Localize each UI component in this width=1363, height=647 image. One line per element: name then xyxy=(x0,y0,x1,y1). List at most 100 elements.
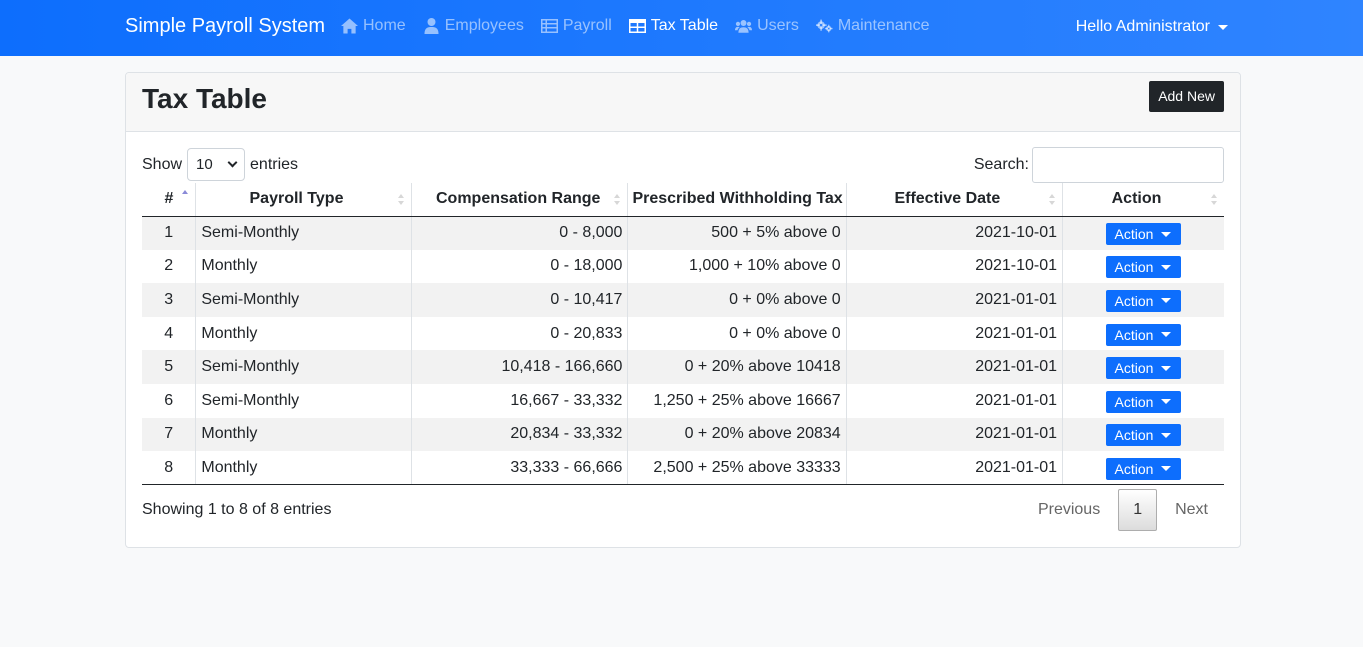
table-header-row: # Payroll Type Compensation Range Prescr… xyxy=(142,183,1224,217)
page-title: Tax Table xyxy=(142,83,268,114)
card-header: Tax Table Add New xyxy=(126,73,1240,132)
next-page-button[interactable]: Next xyxy=(1159,489,1224,531)
page-size-control: Show 10 entries xyxy=(142,148,298,181)
nav-item-label: Payroll xyxy=(562,17,612,34)
column-header-action[interactable]: Action xyxy=(1062,183,1224,217)
column-header-payroll-type[interactable]: Payroll Type xyxy=(195,183,412,217)
table-row: 7 Monthly 20,834 - 33,332 0 + 20% above 208… xyxy=(142,417,1224,452)
action-cell: Action xyxy=(1062,383,1224,418)
compensation-range-cell: 20,834 - 33,332 xyxy=(410,417,628,452)
action-cell: Action xyxy=(1062,283,1224,317)
row-number-cell: 7 xyxy=(142,417,196,452)
effective-date-cell: 2021-10-01 xyxy=(845,249,1063,284)
chevron-down-icon xyxy=(1161,264,1172,270)
nav-item-maintenance[interactable]: Maintenance xyxy=(815,17,930,35)
row-number-cell: 2 xyxy=(164,257,174,275)
withholding-tax-cell: 0 + 20% above 20834 xyxy=(627,417,847,452)
action-cell: Action xyxy=(1062,316,1224,351)
column-header-number[interactable]: # xyxy=(142,183,196,217)
action-dropdown-button[interactable]: Action xyxy=(1105,223,1182,246)
user-icon xyxy=(424,18,439,34)
action-dropdown-button[interactable]: Action xyxy=(1105,357,1182,380)
withholding-tax-cell: 0 + 0% above 0 xyxy=(627,283,847,317)
action-cell: Action xyxy=(1062,417,1224,452)
row-number-cell: 1 xyxy=(142,216,196,250)
payroll-type-cell: Monthly xyxy=(195,451,412,486)
chevron-down-icon xyxy=(1161,231,1172,237)
sort-asc-icon xyxy=(182,190,189,201)
action-dropdown-button[interactable]: Action xyxy=(1105,457,1182,480)
nav-item-label: Home xyxy=(363,17,406,34)
effective-date-cell: 2021-10-01 xyxy=(845,216,1063,250)
payroll-type-cell: Monthly xyxy=(195,417,412,452)
row-number-cell: 8 xyxy=(142,451,196,486)
home-icon xyxy=(341,18,358,34)
compensation-range-cell: 0 - 8,000 xyxy=(410,216,628,250)
nav-item-tax-table[interactable]: Tax Table xyxy=(628,17,718,35)
column-header-label: Compensation Range xyxy=(435,190,601,208)
table-info: Showing 1 to 8 of 8 entries xyxy=(142,501,332,518)
user-menu-dropdown[interactable]: Hello Administrator xyxy=(1076,18,1228,36)
pagination: Previous 1 Next xyxy=(1022,489,1224,531)
chevron-down-icon xyxy=(1161,332,1172,338)
payroll-type-cell: Monthly xyxy=(195,249,412,284)
payroll-type-cell: Semi-Monthly xyxy=(195,350,412,384)
action-cell: Action xyxy=(1062,216,1224,250)
nav-item-users[interactable]: Users xyxy=(735,17,799,35)
page-size-select[interactable]: 10 xyxy=(187,148,246,181)
nav-item-payroll[interactable]: Payroll xyxy=(540,17,612,35)
action-dropdown-button[interactable]: Action xyxy=(1105,424,1182,447)
previous-page-button[interactable]: Previous xyxy=(1022,489,1116,531)
add-new-button[interactable]: Add New xyxy=(1149,81,1224,112)
row-number-cell: 4 xyxy=(164,324,174,342)
column-header-withholding-tax[interactable]: Prescribed Withholding Tax xyxy=(627,183,847,217)
page-1-button[interactable]: 1 xyxy=(1118,489,1158,531)
effective-date-cell: 2021-01-01 xyxy=(845,316,1063,351)
nav-item-label: Employees xyxy=(444,17,524,34)
table-row: 1 Semi-Monthly 0 - 8,000 500 + 5% above 0 20… xyxy=(142,216,1224,250)
action-dropdown-button[interactable]: Action xyxy=(1105,323,1182,346)
column-header-label: # xyxy=(164,190,174,208)
tax-table-card: Tax Table Add New Show 10 entries Search… xyxy=(125,72,1241,548)
row-number-cell: 6 xyxy=(164,391,174,409)
action-dropdown-button[interactable]: Action xyxy=(1105,390,1182,413)
table-row: 2 Monthly 0 - 18,000 1,000 + 10% above 0 202… xyxy=(142,249,1224,284)
nav-item-home[interactable]: Home xyxy=(341,17,406,35)
effective-date-cell: 2021-01-01 xyxy=(845,383,1063,418)
nav-item-label: Maintenance xyxy=(837,17,930,34)
compensation-range-cell: 16,667 - 33,332 xyxy=(410,383,628,418)
table-row: 6 Semi-Monthly 16,667 - 33,332 1,250 + 25% … xyxy=(142,383,1224,418)
withholding-tax-cell: 0 + 20% above 10418 xyxy=(627,350,847,384)
action-cell: Action xyxy=(1062,350,1224,384)
search-input[interactable] xyxy=(1032,147,1224,183)
sort-icon xyxy=(614,194,621,205)
compensation-range-cell: 0 - 18,000 xyxy=(410,249,628,284)
action-cell: Action xyxy=(1062,451,1224,486)
show-label: Show xyxy=(142,155,183,173)
table-row: 4 Monthly 0 - 20,833 0 + 0% above 0 2021-01-… xyxy=(142,316,1224,351)
effective-date-cell: 2021-01-01 xyxy=(845,451,1063,486)
action-button-label: Action xyxy=(1114,226,1154,243)
action-dropdown-button[interactable]: Action xyxy=(1105,256,1182,279)
column-header-label: Prescribed Withholding Tax xyxy=(632,190,843,208)
table-row: 5 Semi-Monthly 10,418 - 166,660 0 + 20% abo… xyxy=(142,350,1224,384)
effective-date-cell: 2021-01-01 xyxy=(845,283,1063,317)
action-dropdown-button[interactable]: Action xyxy=(1105,289,1182,312)
chevron-down-icon xyxy=(1161,298,1172,304)
chevron-down-icon xyxy=(227,157,238,168)
table-row: 8 Monthly 33,333 - 66,666 2,500 + 25% above… xyxy=(142,451,1224,486)
payroll-type-cell: Monthly xyxy=(195,316,412,351)
navbar: Simple Payroll System Home Employees Pay… xyxy=(0,0,1363,56)
brand-title[interactable]: Simple Payroll System xyxy=(125,15,325,38)
nav-item-employees[interactable]: Employees xyxy=(423,17,524,35)
column-header-compensation-range[interactable]: Compensation Range xyxy=(410,183,628,217)
withholding-tax-cell: 1,250 + 25% above 16667 xyxy=(627,383,847,418)
payroll-type-cell: Semi-Monthly xyxy=(195,283,412,317)
effective-date-cell: 2021-01-01 xyxy=(845,350,1063,384)
payroll-type-cell: Semi-Monthly xyxy=(195,383,412,418)
payroll-type-cell: Semi-Monthly xyxy=(195,216,412,250)
chevron-down-icon xyxy=(1161,466,1172,472)
column-header-effective-date[interactable]: Effective Date xyxy=(845,183,1063,217)
column-header-label: Effective Date xyxy=(894,190,1001,208)
sort-icon xyxy=(1211,194,1218,205)
